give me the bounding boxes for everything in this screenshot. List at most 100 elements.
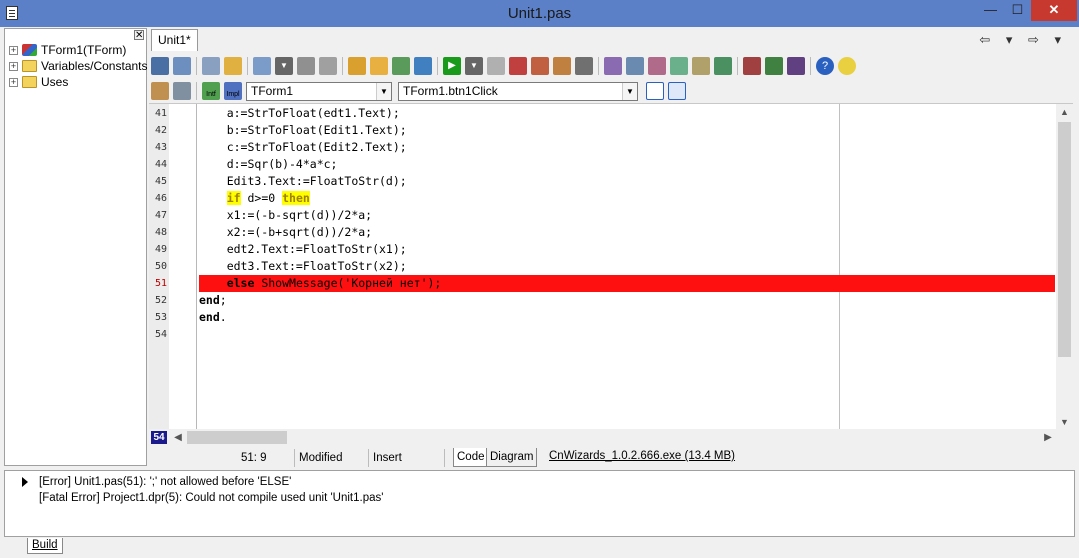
line-number: 45 xyxy=(154,176,167,187)
implementation-button[interactable]: Impl xyxy=(224,82,242,100)
class-combo[interactable]: TForm1 ▼ xyxy=(246,81,392,101)
toggle-form-icon[interactable] xyxy=(414,57,432,75)
component-icon[interactable] xyxy=(626,57,644,75)
scroll-right-icon[interactable]: ▶ xyxy=(1041,429,1055,446)
code-keyword: then xyxy=(282,191,310,205)
pause-icon[interactable] xyxy=(487,57,505,75)
code-editor[interactable]: 41 42 43 44 45 46 47 48 49 50 51 52 53 54 a:=StrToFlo… xyxy=(149,103,1073,430)
run-icon[interactable]: ▶ xyxy=(443,57,461,75)
history-nav-arrows[interactable]: ⇦ ▾ ⇨ ▾ xyxy=(979,32,1067,48)
new-file-icon[interactable] xyxy=(202,57,220,75)
expand-icon[interactable]: + xyxy=(9,77,18,87)
cnwizards-link[interactable]: CnWizards_1.0.2.666.exe (13.4 MB) xyxy=(549,450,735,462)
expand-icon[interactable]: + xyxy=(9,45,18,55)
method-combo[interactable]: TForm1.btn1Click ▼ xyxy=(398,81,638,101)
code-line[interactable]: d:=Sqr(b)-4*a*c; xyxy=(199,156,1055,173)
edit-icon[interactable] xyxy=(648,57,666,75)
run-to-cursor-icon[interactable] xyxy=(553,57,571,75)
unit-view-icon[interactable] xyxy=(173,57,191,75)
code-line[interactable]: end; xyxy=(199,292,1055,309)
error-code-line[interactable]: else ShowMessage('Корней нет'); xyxy=(199,275,1055,292)
checklist-icon[interactable] xyxy=(392,57,410,75)
tree-item-tform1[interactable]: + TForm1(TForm) xyxy=(9,42,126,58)
align-left-icon[interactable] xyxy=(646,82,664,100)
chevron-down-icon[interactable]: ▼ xyxy=(376,82,391,100)
tree-item-variables-constants[interactable]: + Variables/Constants xyxy=(9,58,148,74)
code-line[interactable]: a:=StrToFloat(edt1.Text); xyxy=(199,105,1055,122)
tip-lightbulb-icon[interactable] xyxy=(838,57,856,75)
save-icon[interactable] xyxy=(253,57,271,75)
panel-close-icon[interactable]: ✕ xyxy=(134,30,144,41)
code-text: ; xyxy=(219,293,227,307)
line-number: 44 xyxy=(154,159,167,170)
form-view-icon[interactable] xyxy=(151,57,169,75)
open-project-icon[interactable] xyxy=(348,57,366,75)
class-browser-icon[interactable] xyxy=(151,82,169,100)
wizard-icon[interactable] xyxy=(604,57,622,75)
code-line[interactable] xyxy=(199,326,1055,343)
settings-icon[interactable] xyxy=(787,57,805,75)
code-line[interactable]: b:=StrToFloat(Edit1.Text); xyxy=(199,122,1055,139)
evaluate-icon[interactable] xyxy=(575,57,593,75)
scroll-left-icon[interactable]: ◀ xyxy=(171,429,185,446)
close-button[interactable]: ✕ xyxy=(1031,0,1077,21)
code-keyword: else xyxy=(226,276,255,290)
breakpoint-gutter[interactable] xyxy=(169,104,197,430)
tools-icon[interactable] xyxy=(743,57,761,75)
line-number: 50 xyxy=(154,261,167,272)
help-icon[interactable]: ? xyxy=(816,57,834,75)
minimize-button[interactable]: — xyxy=(977,0,1004,21)
step-over-icon[interactable] xyxy=(531,57,549,75)
scroll-down-icon[interactable]: ▼ xyxy=(1056,414,1073,430)
folder-icon xyxy=(22,76,37,88)
trace-into-icon[interactable] xyxy=(509,57,527,75)
tab-code[interactable]: Code xyxy=(453,448,489,467)
line-number-gutter: 41 42 43 44 45 46 47 48 49 50 51 52 53 54 xyxy=(149,104,169,430)
palette-icon[interactable] xyxy=(765,57,783,75)
line-number: 42 xyxy=(154,125,167,136)
structure-tree-panel: ✕ + TForm1(TForm) + Variables/Constants … xyxy=(4,28,148,466)
dropdown-arrow-icon[interactable]: ▼ xyxy=(465,57,483,75)
toolbar-separator xyxy=(196,82,197,100)
code-line[interactable]: x1:=(-b-sqrt(d))/2*a; xyxy=(199,207,1055,224)
package-icon[interactable] xyxy=(670,57,688,75)
hscroll-thumb[interactable] xyxy=(187,431,287,444)
align-justify-icon[interactable] xyxy=(668,82,686,100)
grid-icon[interactable] xyxy=(692,57,710,75)
toolbar-separator xyxy=(196,57,197,75)
add-to-project-icon[interactable] xyxy=(370,57,388,75)
tab-build[interactable]: Build xyxy=(27,538,63,554)
editor-tab-row: Unit1* ⇦ ▾ ⇨ ▾ xyxy=(149,28,1079,52)
expand-arrow-icon[interactable] xyxy=(22,477,28,487)
maximize-button[interactable]: ☐ xyxy=(1004,0,1031,21)
scroll-up-icon[interactable]: ▲ xyxy=(1056,104,1073,120)
code-line[interactable]: x2:=(-b+sqrt(d))/2*a; xyxy=(199,224,1055,241)
dropdown-arrow-icon[interactable]: ▼ xyxy=(275,57,293,75)
class-combo-value: TForm1 xyxy=(251,83,293,98)
fatal-error-message[interactable]: [Fatal Error] Project1.dpr(5): Could not… xyxy=(39,492,383,504)
code-line[interactable]: if d>=0 then xyxy=(199,190,1055,207)
print-icon[interactable] xyxy=(319,57,337,75)
chevron-down-icon[interactable]: ▼ xyxy=(622,82,637,100)
tab-diagram[interactable]: Diagram xyxy=(486,448,538,467)
scroll-thumb[interactable] xyxy=(1058,122,1071,357)
error-message[interactable]: [Error] Unit1.pas(51): ';' not allowed b… xyxy=(39,476,291,488)
code-line[interactable]: Edit3.Text:=FloatToStr(d); xyxy=(199,173,1055,190)
copy-window-icon[interactable] xyxy=(173,82,191,100)
code-line[interactable]: edt2.Text:=FloatToStr(x1); xyxy=(199,241,1055,258)
tab-unit1[interactable]: Unit1* xyxy=(151,29,198,51)
save-all-icon[interactable] xyxy=(297,57,315,75)
tree-item-label: Variables/Constants xyxy=(41,59,148,73)
code-line[interactable]: c:=StrToFloat(Edit2.Text); xyxy=(199,139,1055,156)
layout-icon[interactable] xyxy=(714,57,732,75)
tree-item-uses[interactable]: + Uses xyxy=(9,74,68,90)
interface-button[interactable]: Intf xyxy=(202,82,220,100)
expand-icon[interactable]: + xyxy=(9,61,18,71)
horizontal-scrollbar[interactable]: 54 ◀ ▶ xyxy=(149,429,1073,446)
vertical-scrollbar[interactable]: ▲ ▼ xyxy=(1056,104,1073,430)
code-line[interactable]: edt3.Text:=FloatToStr(x2); xyxy=(199,258,1055,275)
open-folder-icon[interactable] xyxy=(224,57,242,75)
code-line[interactable]: end. xyxy=(199,309,1055,326)
toolbar-separator xyxy=(437,57,438,75)
